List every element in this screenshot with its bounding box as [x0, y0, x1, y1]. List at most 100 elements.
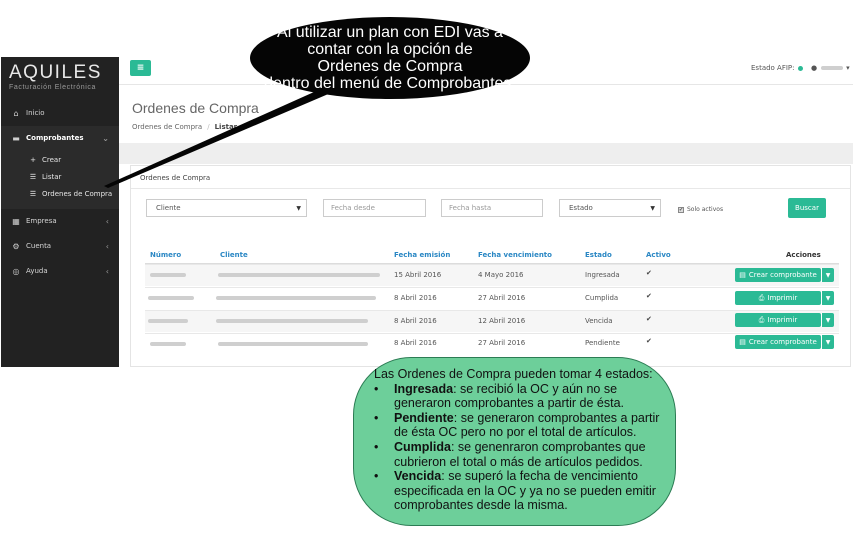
printer-icon: ⎙ [758, 293, 765, 302]
breadcrumb-item[interactable]: Ordenes de Compra [132, 123, 202, 131]
bullet: • [374, 410, 379, 425]
column-header-activo[interactable]: Activo [646, 251, 671, 259]
issue-date-cell: 15 Abril 2016 [394, 271, 442, 279]
due-date-cell: 12 Abril 2016 [478, 317, 526, 325]
sidebar: AQUILES Facturación Electrónica ⌂ Inicio… [1, 57, 119, 367]
sidebar-item-label: Ayuda [26, 267, 48, 275]
due-date-cell: 27 Abril 2016 [478, 339, 526, 347]
sidebar-subitem-crear[interactable]: + Crear [1, 152, 119, 168]
sidebar-subitem-ordenes-de-compra[interactable]: ☰ Ordenes de Compra [1, 186, 119, 202]
chevron-left-icon: ‹ [105, 266, 109, 276]
active-check-icon: ✔ [646, 337, 652, 345]
user-menu[interactable]: ● ▾ [811, 64, 850, 72]
sidebar-item-comprobantes[interactable]: ▬ Comprobantes ⌄ [1, 128, 119, 148]
column-header-numero[interactable]: Número [150, 251, 181, 259]
sidebar-subitem-listar[interactable]: ☰ Listar [1, 169, 119, 185]
row-actions-dropdown[interactable]: ▼ [821, 291, 834, 305]
caret-down-icon: ▼ [296, 204, 301, 212]
lifebuoy-icon: ◎ [12, 266, 20, 276]
sidebar-item-empresa[interactable]: ▦ Empresa ‹ [1, 211, 119, 231]
issue-date-cell: 8 Abril 2016 [394, 339, 437, 347]
caret-down-icon: ▼ [825, 338, 831, 346]
logo-tagline: Facturación Electrónica [9, 84, 96, 91]
callout-states-text: Las Ordenes de Compra pueden tomar 4 est… [374, 367, 676, 513]
callout-line: contar con la opción de [307, 41, 473, 58]
sidebar-subitem-label: Crear [42, 156, 62, 164]
state-select-value: Estado [569, 204, 593, 212]
date-to-placeholder: Fecha hasta [449, 204, 492, 212]
state-definition: • Vencida: se superó la fecha de vencimi… [374, 469, 676, 513]
breadcrumb-current: Listar [214, 123, 238, 131]
state-cell: Ingresada [585, 271, 620, 279]
building-icon: ▦ [12, 216, 20, 226]
callout-line: dentro del menú de Comprobantes. [264, 75, 516, 92]
row-actions-dropdown[interactable]: ▼ [821, 335, 834, 349]
logo: AQUILES Facturación Electrónica [9, 62, 109, 92]
date-to-input[interactable]: Fecha hasta [441, 199, 543, 217]
column-header-fecha-vencimiento[interactable]: Fecha vencimiento [478, 251, 552, 259]
callout-edi-text: Al utilizar un plan con EDI vas a contar… [250, 24, 530, 92]
state-term: Vencida [394, 469, 442, 484]
document-icon: ▤ [739, 338, 746, 346]
printer-icon: ⎙ [758, 315, 765, 324]
bullet: • [374, 381, 379, 396]
client-select[interactable]: Cliente ▼ [146, 199, 307, 217]
page-title: Ordenes de Compra [132, 100, 259, 116]
callout-line: Al utilizar un plan con EDI vas a [277, 24, 503, 41]
state-definition: • Ingresada: se recibió la OC y aún no s… [374, 382, 676, 411]
redacted-number [150, 342, 186, 346]
breadcrumb-separator: / [207, 123, 210, 131]
date-from-input[interactable]: Fecha desde [323, 199, 426, 217]
status-dot-icon [797, 65, 803, 71]
create-invoice-button[interactable]: ▤ Crear comprobante [735, 268, 821, 282]
state-definition: • Cumplida: se genenraron comprobantes q… [374, 440, 676, 469]
row-actions-dropdown[interactable]: ▼ [821, 268, 834, 282]
create-invoice-button[interactable]: ▤ Crear comprobante [735, 335, 821, 349]
redacted-number [150, 273, 186, 277]
button-label: Imprimir [767, 294, 798, 302]
state-select[interactable]: Estado ▼ [559, 199, 661, 217]
state-term: Ingresada [394, 381, 454, 396]
checkbox-checked-icon: ✔ [678, 206, 684, 213]
button-label: Crear comprobante [748, 271, 817, 279]
cogs-icon: ⚙ [12, 241, 20, 251]
redacted-client [216, 296, 376, 300]
chevron-down-icon: ⌄ [102, 133, 109, 143]
state-term: Pendiente [394, 410, 454, 425]
hamburger-icon: ≡ [136, 63, 145, 73]
row-actions-dropdown[interactable]: ▼ [821, 313, 834, 327]
panel-title: Ordenes de Compra [140, 174, 211, 182]
logo-name: AQUILES [9, 62, 102, 83]
redacted-client [216, 319, 368, 323]
due-date-cell: 27 Abril 2016 [478, 294, 526, 302]
list-icon: ☰ [29, 173, 37, 181]
only-active-checkbox[interactable]: ✔ Solo activos [678, 206, 723, 213]
sidebar-item-inicio[interactable]: ⌂ Inicio [1, 103, 119, 123]
print-button[interactable]: ⎙ Imprimir [735, 313, 821, 327]
column-header-fecha-emision[interactable]: Fecha emisión [394, 251, 450, 259]
redacted-number [148, 296, 194, 300]
search-button[interactable]: Buscar [788, 198, 826, 218]
caret-down-icon: ▼ [650, 204, 655, 212]
menu-toggle-button[interactable]: ≡ [130, 60, 151, 76]
chevron-down-icon: ▾ [846, 64, 850, 72]
column-header-cliente[interactable]: Cliente [220, 251, 248, 259]
redacted-number [148, 319, 188, 323]
breadcrumb: Ordenes de Compra / Listar [132, 123, 237, 131]
sidebar-item-ayuda[interactable]: ◎ Ayuda ‹ [1, 261, 119, 281]
divider [131, 188, 850, 189]
bullet: • [374, 469, 379, 484]
active-check-icon: ✔ [646, 292, 652, 300]
sidebar-item-cuenta[interactable]: ⚙ Cuenta ‹ [1, 236, 119, 256]
button-label: Imprimir [767, 316, 798, 324]
issue-date-cell: 8 Abril 2016 [394, 294, 437, 302]
chevron-left-icon: ‹ [105, 216, 109, 226]
column-header-estado[interactable]: Estado [585, 251, 612, 259]
column-header-acciones: Acciones [786, 251, 821, 259]
sidebar-item-label: Empresa [26, 217, 57, 225]
chevron-left-icon: ‹ [105, 241, 109, 251]
sidebar-subitem-label: Listar [42, 173, 62, 181]
print-button[interactable]: ⎙ Imprimir [735, 291, 821, 305]
callout-intro: Las Ordenes de Compra pueden tomar 4 est… [374, 367, 653, 381]
afip-status: Estado AFIP: [751, 64, 803, 72]
